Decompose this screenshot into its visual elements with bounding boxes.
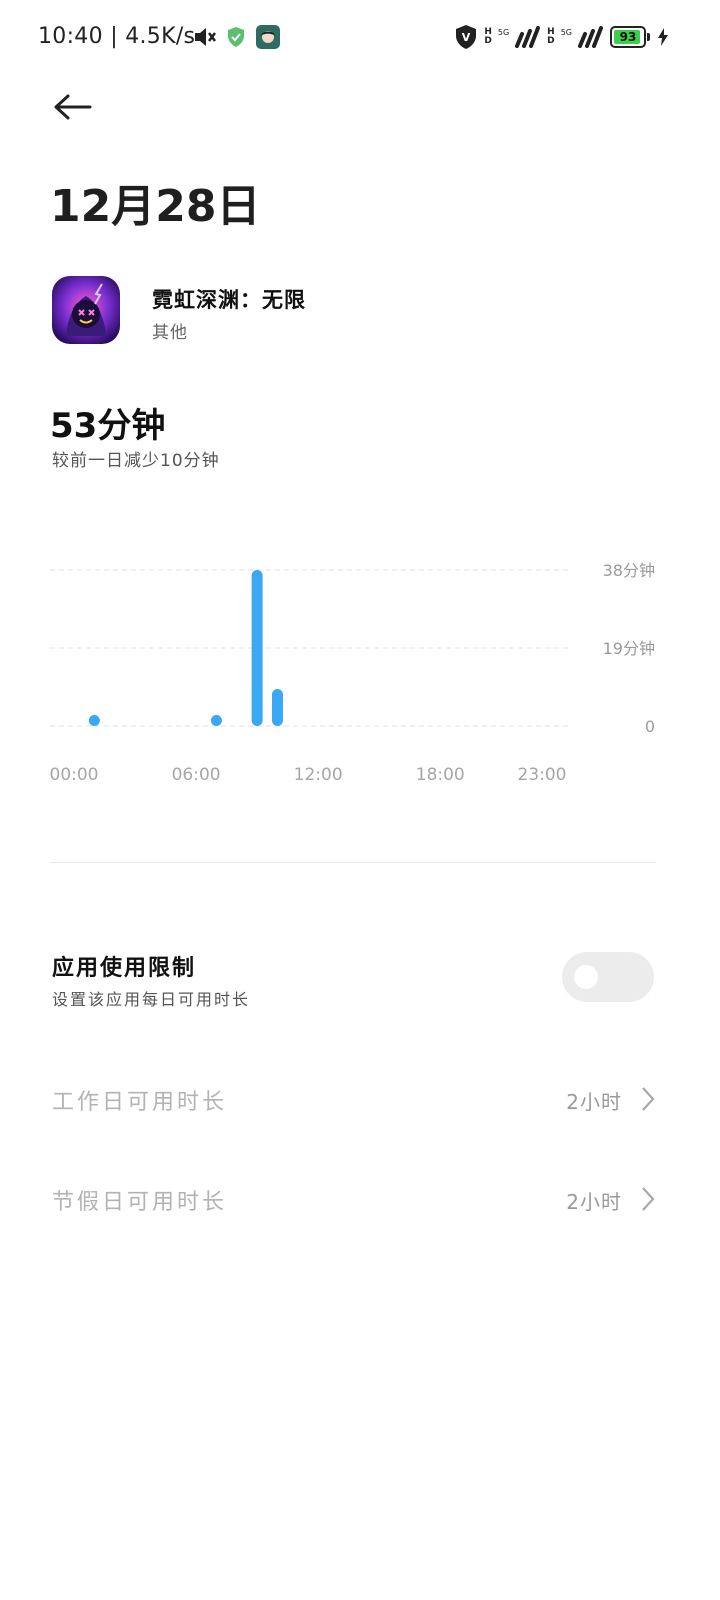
x-tick-label: 06:00: [172, 765, 221, 785]
back-button[interactable]: [50, 86, 94, 130]
hd-indicator: H D: [484, 27, 492, 46]
x-tick-label: 18:00: [416, 765, 465, 785]
chevron-right-icon: [642, 1187, 655, 1211]
back-arrow-icon: [54, 94, 92, 120]
signal-icon-2: [578, 26, 603, 48]
x-tick-label: 12:00: [294, 765, 343, 785]
status-bar: 10:40 | 4.5K/s V H D 5G H D 5G 93: [0, 0, 720, 76]
holiday-label: 节假日可用时长: [52, 1190, 228, 1215]
holiday-limit-row[interactable]: 节假日可用时长 2小时: [50, 1170, 660, 1230]
mute-icon: [192, 22, 218, 52]
toggle-knob: [574, 965, 598, 989]
chart-bar: [251, 570, 263, 726]
page-title: 12月28日: [50, 181, 261, 232]
app-name: 霓虹深渊：无限: [152, 288, 306, 312]
chevron-right-icon: [642, 1087, 655, 1111]
hd-indicator-2: H D: [547, 27, 555, 46]
divider: [50, 862, 656, 863]
app-icon: [52, 276, 120, 344]
charging-icon: [658, 28, 668, 46]
y-tick-label: 38分钟: [603, 561, 655, 580]
network-type-label: 5G: [497, 27, 510, 37]
battery-icon: 93: [610, 26, 650, 48]
status-time: 10:40: [38, 24, 103, 49]
limit-toggle[interactable]: [562, 952, 654, 1002]
y-tick-label: 19分钟: [603, 639, 655, 658]
workday-limit-row[interactable]: 工作日可用时长 2小时: [50, 1070, 660, 1130]
limit-title: 应用使用限制: [52, 956, 197, 981]
x-tick-label: 23:00: [518, 765, 567, 785]
holiday-value: 2小时: [566, 1190, 622, 1214]
network-type-label-2: 5G: [560, 27, 572, 37]
avatar-icon: [256, 22, 280, 52]
status-network-speed: 4.5K/s: [125, 24, 196, 49]
shield-check-icon: [226, 22, 246, 52]
usage-total: 53分钟: [50, 406, 166, 446]
usage-chart: 38分钟 19分钟 0 00:00 06:00 12:00 18:00 23:00: [50, 561, 656, 785]
status-time-speed: 10:40 | 4.5K/s: [38, 24, 196, 49]
signal-icon: [515, 26, 541, 48]
usage-compare: 较前一日减少10分钟: [52, 451, 220, 471]
limit-subtitle: 设置该应用每日可用时长: [52, 990, 251, 1009]
battery-percent: 93: [619, 30, 637, 44]
workday-label: 工作日可用时长: [52, 1090, 228, 1115]
status-right-group: V H D 5G H D 5G 93: [454, 22, 670, 52]
y-tick-label: 0: [645, 717, 655, 736]
chart-bar: [210, 715, 222, 726]
app-category: 其他: [152, 323, 188, 343]
svg-text:V: V: [462, 31, 471, 44]
workday-value: 2小时: [566, 1090, 622, 1114]
chart-bar: [271, 689, 283, 726]
chart-bar: [88, 715, 100, 726]
vpn-icon: V: [456, 25, 477, 49]
x-tick-label: 00:00: [50, 765, 99, 785]
